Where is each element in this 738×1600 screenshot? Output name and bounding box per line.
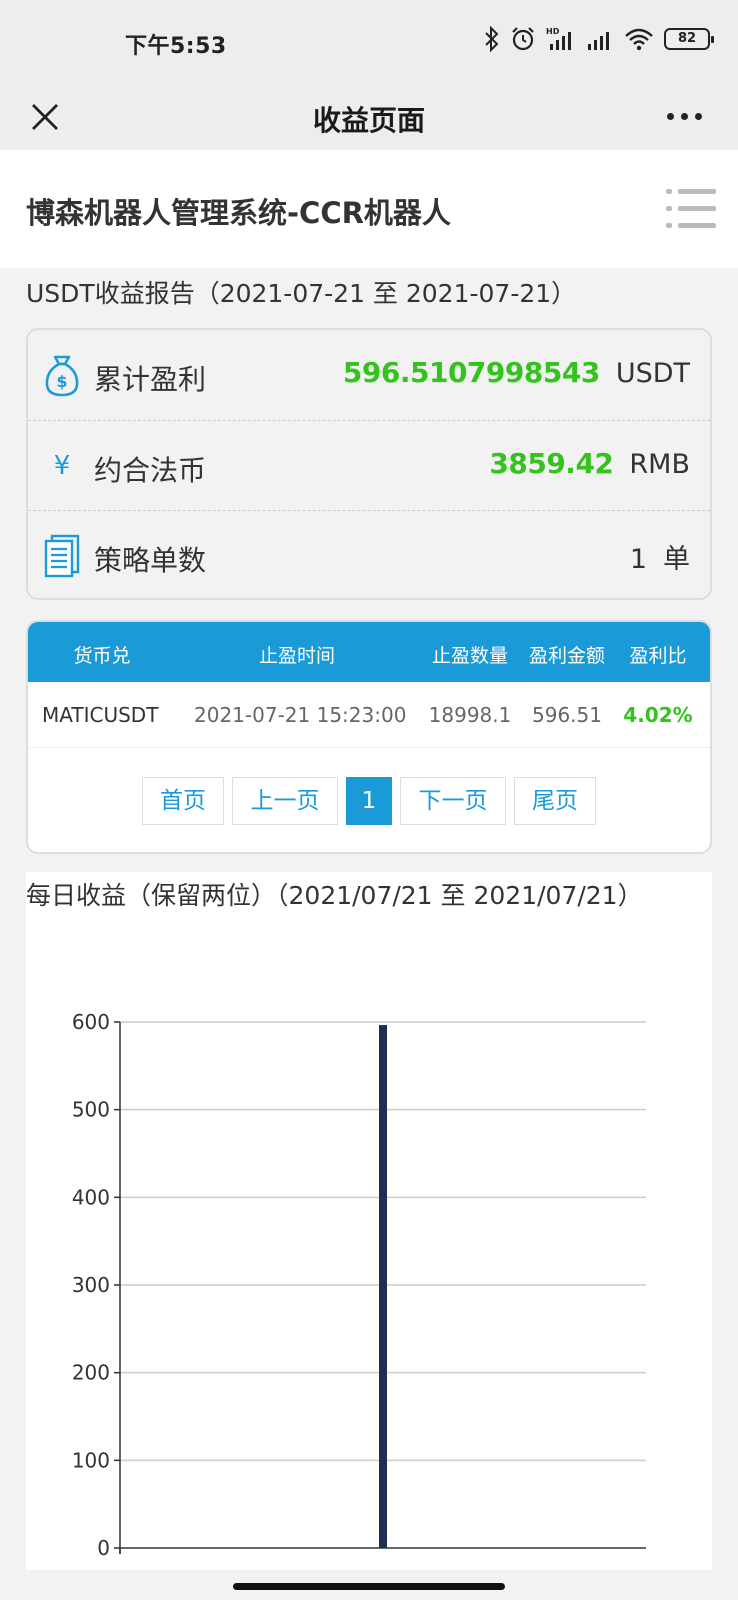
trades-table: 货币兑 止盈时间 止盈数量 盈利金额 盈利比 MATICUSDT 2021-07… [26, 620, 712, 854]
last-page-button[interactable]: 尾页 [514, 777, 596, 825]
menu-icon [666, 189, 716, 194]
svg-text:$: $ [56, 372, 67, 391]
site-header: 博森机器人管理系统-CCR机器人 [0, 150, 738, 268]
summary-row-fiat: ¥ 约合法币 3859.42 RMB [28, 420, 710, 510]
table-row: MATICUSDT 2021-07-21 15:23:00 18998.1 59… [28, 682, 710, 748]
td-pair: MATICUSDT [42, 703, 159, 727]
td-amount: 596.51 [532, 703, 602, 727]
document-icon [42, 533, 82, 579]
y-tick-label: 0 [97, 1536, 110, 1560]
td-time: 2021-07-21 15:23:00 [194, 703, 407, 727]
th-amount: 盈利金额 [528, 645, 605, 667]
summary-row-orders: 策略单数 1 单 [28, 510, 710, 600]
current-page-button[interactable]: 1 [346, 777, 392, 825]
pagination: 首页 上一页 1 下一页 尾页 [28, 777, 710, 825]
y-tick-label: 600 [72, 1010, 110, 1034]
menu-button[interactable] [666, 186, 716, 232]
chart-svg: 0 100 200 300 400 500 600 [72, 1010, 646, 1560]
orders-unit: 单 [663, 544, 690, 575]
signal-icon [588, 32, 609, 50]
y-tick-label: 100 [72, 1448, 110, 1472]
orders-label: 策略单数 [94, 544, 207, 577]
money-bag-icon: $ [42, 352, 82, 398]
orders-value-group: 1 单 [630, 537, 690, 576]
site-title: 博森机器人管理系统-CCR机器人 [26, 196, 451, 230]
orders-count: 1 [629, 544, 647, 575]
table-header: 货币兑 止盈时间 止盈数量 盈利金额 盈利比 [28, 622, 710, 682]
signal-hd-icon: HD [546, 27, 571, 50]
bar [379, 1025, 387, 1548]
summary-row-profit: $ 累计盈利 596.5107998543 USDT [28, 330, 710, 420]
summary-card: $ 累计盈利 596.5107998543 USDT ¥ 约合法币 3859.4… [26, 328, 712, 600]
report-title: USDT收益报告（2021-07-21 至 2021-07-21） [26, 279, 577, 308]
menu-icon [666, 206, 716, 211]
more-dot-icon [680, 112, 688, 120]
next-page-button[interactable]: 下一页 [400, 777, 506, 825]
home-indicator[interactable] [233, 1583, 505, 1590]
status-bar: 下午5:53 HD 82 [0, 0, 738, 84]
y-tick-label: 500 [72, 1098, 110, 1122]
bluetooth-icon [485, 26, 499, 52]
fiat-value: 3859.42 [489, 447, 614, 480]
alarm-icon [512, 27, 534, 51]
menu-icon [666, 223, 716, 228]
fiat-label: 约合法币 [94, 454, 207, 487]
y-tick-label: 300 [72, 1273, 110, 1297]
more-dot-icon [666, 112, 674, 120]
page-title: 收益页面 [312, 104, 425, 137]
td-ratio: 4.02% [623, 703, 693, 727]
td-qty: 18998.1 [428, 703, 512, 727]
daily-profit-chart: 每日收益（保留两位）（2021/07/21 至 2021/07/21） 0 100… [26, 872, 712, 1570]
profit-label: 累计盈利 [94, 363, 207, 396]
status-icons: HD 82 [484, 26, 714, 52]
profit-value: 596.5107998543 [342, 356, 600, 389]
yen-icon: ¥ [42, 443, 82, 489]
profit-value-group: 596.5107998543 USDT [343, 356, 690, 389]
profit-unit: USDT [615, 358, 690, 389]
status-time: 下午5:53 [125, 34, 227, 59]
yen-symbol: ¥ [53, 451, 71, 481]
y-tick-label: 200 [72, 1361, 110, 1385]
th-qty: 止盈数量 [431, 645, 508, 667]
wifi-icon [625, 28, 653, 51]
th-time: 止盈时间 [258, 645, 335, 667]
th-ratio: 盈利比 [629, 645, 687, 667]
prev-page-button[interactable]: 上一页 [232, 777, 338, 825]
th-pair: 货币兑 [73, 645, 131, 667]
nav-bar: 收益页面 [0, 84, 738, 150]
fiat-value-group: 3859.42 RMB [489, 447, 690, 480]
y-tick-label: 400 [72, 1185, 110, 1209]
battery-icon: 82 [664, 28, 714, 50]
fiat-unit: RMB [629, 449, 690, 480]
more-button[interactable] [656, 96, 712, 136]
svg-text:HD: HD [546, 27, 560, 36]
first-page-button[interactable]: 首页 [142, 777, 224, 825]
more-dot-icon [694, 112, 702, 120]
